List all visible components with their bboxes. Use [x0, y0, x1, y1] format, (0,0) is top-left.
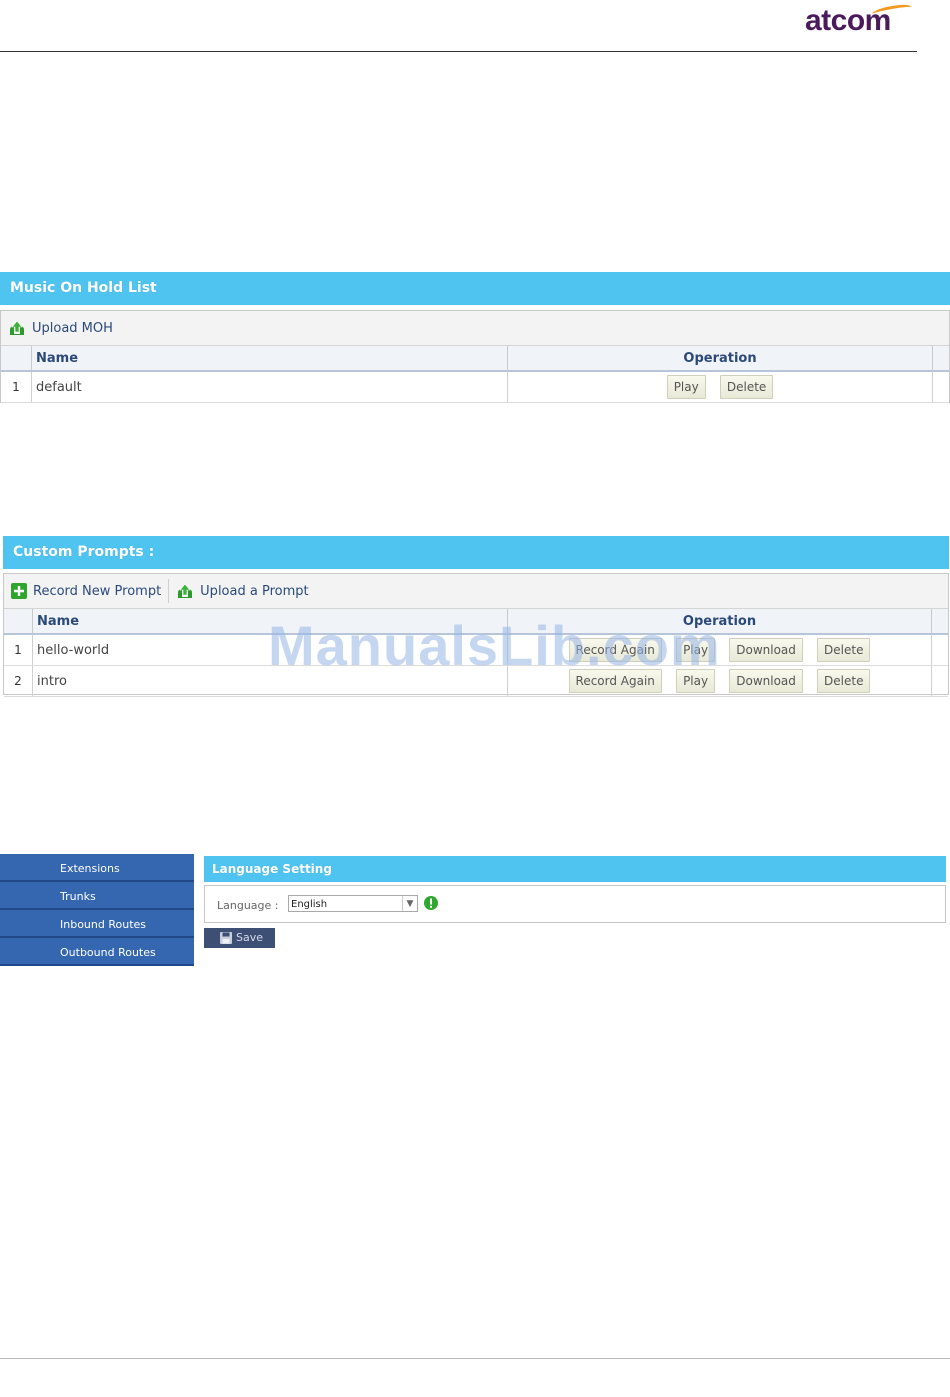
- sidebar-item-inbound-routes[interactable]: Inbound Routes: [0, 910, 194, 938]
- record-new-prompt-button[interactable]: Record New Prompt: [4, 574, 168, 608]
- moh-table-header: Name Operation: [1, 346, 949, 372]
- floppy-disk-icon: [220, 932, 232, 944]
- header-divider: [0, 51, 917, 52]
- delete-button[interactable]: Delete: [719, 375, 774, 399]
- moh-panel: Upload MOH Name Operation 1 default Play…: [0, 310, 950, 403]
- prompts-title: Custom Prompts :: [13, 544, 155, 560]
- download-button[interactable]: Download: [729, 638, 803, 662]
- moh-toolbar: Upload MOH: [1, 311, 949, 346]
- info-icon: [424, 896, 438, 910]
- language-title: Language Setting: [212, 862, 332, 876]
- language-selected-value: English: [291, 899, 328, 910]
- footer-divider: [0, 1358, 950, 1359]
- table-row: 1 default Play Delete: [1, 371, 949, 403]
- chevron-down-icon: ▼: [402, 896, 417, 911]
- upload-moh-label: Upload MOH: [32, 320, 113, 336]
- row-number: 1: [1, 371, 32, 403]
- save-button[interactable]: Save: [204, 928, 275, 948]
- operation-column-header: Operation: [507, 346, 933, 372]
- download-button[interactable]: Download: [729, 669, 803, 693]
- moh-name: default: [31, 371, 508, 403]
- sidebar-item-outbound-routes[interactable]: Outbound Routes: [0, 938, 194, 966]
- delete-button[interactable]: Delete: [817, 669, 871, 693]
- sidebar: Extensions Trunks Inbound Routes Outboun…: [0, 854, 194, 966]
- scroll-cell: [932, 371, 949, 403]
- sidebar-item-trunks[interactable]: Trunks: [0, 882, 194, 910]
- language-select[interactable]: English ▼: [288, 895, 418, 912]
- moh-title: Music On Hold List: [10, 280, 157, 296]
- save-label: Save: [236, 931, 264, 944]
- scroll-cell: [931, 665, 948, 697]
- scroll-cell: [931, 634, 948, 666]
- scroll-column: [931, 609, 948, 635]
- moh-title-bar: Music On Hold List: [0, 272, 950, 305]
- num-column-header: [1, 346, 32, 372]
- row-number: 1: [4, 634, 33, 666]
- language-label: Language :: [217, 899, 279, 912]
- prompts-toolbar: Record New Prompt Upload a Prompt: [4, 574, 948, 609]
- upload-icon: [178, 583, 193, 598]
- num-column-header: [4, 609, 33, 635]
- moh-table: Name Operation 1 default Play Delete: [1, 346, 949, 403]
- delete-button[interactable]: Delete: [817, 638, 871, 662]
- sidebar-item-extensions[interactable]: Extensions: [0, 854, 194, 882]
- play-button[interactable]: Play: [666, 375, 706, 399]
- language-title-bar: Language Setting: [204, 856, 946, 882]
- upload-prompt-button[interactable]: Upload a Prompt: [169, 574, 315, 608]
- scroll-column: [932, 346, 949, 372]
- upload-prompt-label: Upload a Prompt: [200, 583, 309, 599]
- upload-icon: [10, 320, 24, 335]
- add-icon: [11, 583, 27, 599]
- record-new-prompt-label: Record New Prompt: [33, 583, 162, 599]
- name-column-header: Name: [31, 346, 508, 372]
- row-number: 2: [4, 665, 33, 697]
- moh-operations: Play Delete: [507, 371, 933, 403]
- watermark: ManualsLib.com: [268, 614, 721, 677]
- prompts-title-bar: Custom Prompts :: [3, 536, 949, 569]
- upload-moh-button[interactable]: Upload MOH: [1, 311, 120, 345]
